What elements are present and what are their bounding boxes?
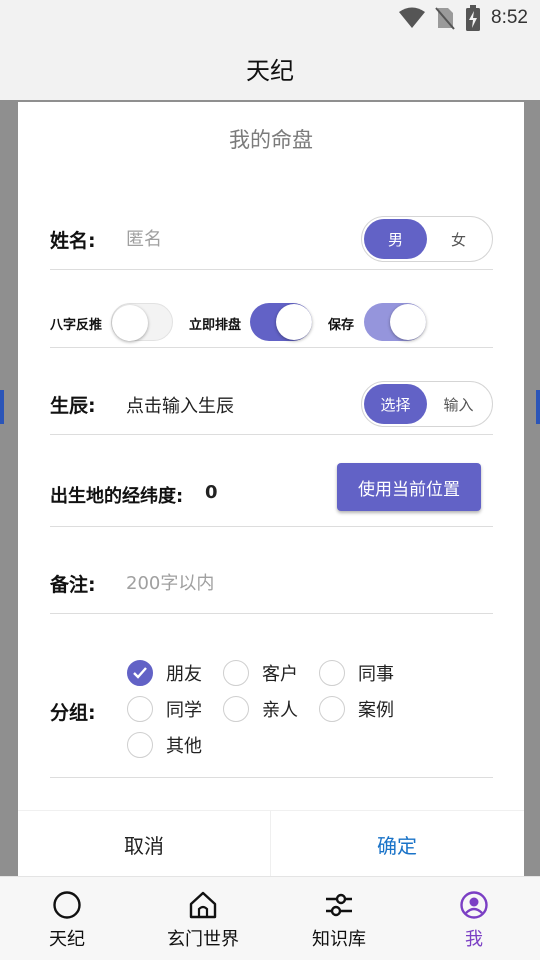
gender-option-female[interactable]: 女 <box>427 219 490 259</box>
status-time: 8:52 <box>491 7 528 28</box>
home-icon <box>187 889 219 921</box>
sliders-icon <box>323 889 355 921</box>
name-input[interactable] <box>126 222 346 256</box>
switch-knob <box>390 304 426 340</box>
chart-dialog: 我的命盘 姓名: 男 女 八字反推 立即排盘 保存 生辰: 点击输入生辰 选择 … <box>18 102 524 877</box>
checkbox <box>319 660 345 686</box>
group-option-colleague[interactable]: 同事 <box>319 660 394 686</box>
divider <box>50 777 493 778</box>
switch-label-instant-chart: 立即排盘 <box>189 318 242 333</box>
battery-charging-icon <box>466 5 481 31</box>
nav-item-tianji[interactable]: 天纪 <box>7 889 127 951</box>
status-icons: 8:52 <box>399 4 528 32</box>
group-option-other[interactable]: 其他 <box>127 732 202 758</box>
switch-knob <box>276 304 312 340</box>
status-bar: 8:52 <box>0 0 540 36</box>
group-option-classmate[interactable]: 同学 <box>127 696 202 722</box>
checkbox <box>223 660 249 686</box>
divider <box>50 526 493 527</box>
group-option-label: 其他 <box>166 736 202 757</box>
edge-indicator-right <box>536 390 540 424</box>
no-sim-icon <box>435 7 455 30</box>
group-label: 分组: <box>50 702 96 724</box>
use-current-location-button[interactable]: 使用当前位置 <box>337 463 481 511</box>
divider <box>50 434 493 435</box>
nav-item-knowledge-base[interactable]: 知识库 <box>279 889 399 951</box>
nav-label: 天纪 <box>49 929 85 950</box>
birth-mode-toggle: 选择 输入 <box>361 381 493 427</box>
birth-mode-select[interactable]: 选择 <box>364 384 427 424</box>
checkbox <box>223 696 249 722</box>
birth-label: 生辰: <box>50 395 96 417</box>
group-option-label: 朋友 <box>166 664 202 685</box>
gender-option-male[interactable]: 男 <box>364 219 427 259</box>
nav-label: 知识库 <box>312 929 366 950</box>
checkbox <box>319 696 345 722</box>
divider <box>50 269 493 270</box>
birth-mode-input[interactable]: 输入 <box>427 384 490 424</box>
switch-instant-chart[interactable] <box>250 303 312 341</box>
gender-toggle: 男 女 <box>361 216 493 262</box>
circle-icon <box>51 889 83 921</box>
group-option-label: 案例 <box>358 700 394 721</box>
name-label: 姓名: <box>50 230 96 252</box>
divider <box>50 613 493 614</box>
app-bar: 天纪 <box>0 36 540 100</box>
note-label: 备注: <box>50 574 96 596</box>
checkbox <box>127 696 153 722</box>
group-option-client[interactable]: 客户 <box>223 660 298 686</box>
birth-input[interactable]: 点击输入生辰 <box>126 392 234 418</box>
dialog-title: 我的命盘 <box>229 128 313 152</box>
bottom-nav: 天纪 玄门世界 知识库 我 <box>0 876 540 960</box>
nav-label: 玄门世界 <box>167 929 239 950</box>
nav-label: 我 <box>465 929 483 950</box>
switch-label-save: 保存 <box>328 318 355 333</box>
app-title: 天纪 <box>246 56 294 85</box>
switch-bazi-reverse[interactable] <box>111 303 173 341</box>
wifi-icon <box>399 7 426 28</box>
group-option-label: 客户 <box>262 664 298 685</box>
user-icon <box>458 889 490 921</box>
group-option-label: 同事 <box>358 664 394 685</box>
nav-item-xuanmen-world[interactable]: 玄门世界 <box>143 889 263 951</box>
checkbox-checked <box>127 660 153 686</box>
switch-label-bazi-reverse: 八字反推 <box>50 318 103 333</box>
switch-save[interactable] <box>364 303 426 341</box>
divider <box>50 347 493 348</box>
check-icon <box>133 667 147 679</box>
group-option-label: 同学 <box>166 700 202 721</box>
dialog-footer: 取消 确定 <box>18 810 524 877</box>
geo-value: 0 <box>205 482 218 503</box>
note-input[interactable] <box>126 566 466 600</box>
switch-knob <box>112 305 148 341</box>
cancel-button[interactable]: 取消 <box>18 811 270 877</box>
edge-indicator-left <box>0 390 4 424</box>
nav-item-me[interactable]: 我 <box>414 889 534 951</box>
geo-label: 出生地的经纬度: <box>50 486 184 507</box>
group-option-case[interactable]: 案例 <box>319 696 394 722</box>
confirm-button[interactable]: 确定 <box>271 811 523 877</box>
group-option-friend[interactable]: 朋友 <box>127 660 202 686</box>
checkbox <box>127 732 153 758</box>
group-option-label: 亲人 <box>262 700 298 721</box>
group-option-family[interactable]: 亲人 <box>223 696 298 722</box>
